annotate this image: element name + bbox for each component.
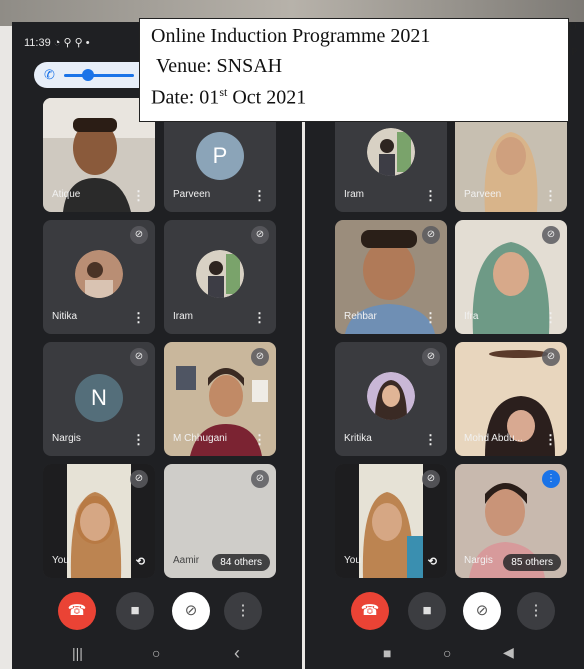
camera-icon: ■ xyxy=(130,602,140,619)
participant-name: Nargis xyxy=(464,555,493,566)
participant-name: Nitika xyxy=(52,311,78,322)
avatar xyxy=(75,250,123,298)
participant-tile[interactable]: ⋮ Nargis 85 others xyxy=(455,464,567,578)
banner-date-prefix: Date: 01 xyxy=(151,86,220,109)
participant-tile[interactable]: ⊘ N Nargis ⋮ xyxy=(43,342,155,456)
nav-back-icon[interactable]: ‹ xyxy=(234,643,240,664)
corner-letter: D xyxy=(568,19,577,33)
banner-title: Online Induction Programme 2021 xyxy=(151,25,431,47)
mic-off-icon: ⊘ xyxy=(251,348,269,366)
mic-off-icon: ⊘ xyxy=(422,226,440,244)
participant-name: Iram xyxy=(173,311,193,322)
participant-name: Ifra xyxy=(464,311,479,322)
participant-name: Mohd Abdu... xyxy=(464,433,523,444)
end-call-button[interactable]: ☎ xyxy=(351,592,389,630)
participant-name: M Chhugani xyxy=(173,433,227,444)
others-count-badge[interactable]: 85 others xyxy=(503,554,561,571)
nav-back-icon[interactable]: ◀ xyxy=(503,644,514,661)
mic-off-icon: ⊘ xyxy=(542,348,560,366)
more-options-icon[interactable]: ⋮ xyxy=(424,433,437,446)
mic-off-icon: ⊘ xyxy=(542,226,560,244)
mic-off-icon: ⊘ xyxy=(251,226,269,244)
participant-name: You xyxy=(52,555,69,566)
phone-icon: ✆ xyxy=(44,67,55,82)
volume-slider-track[interactable] xyxy=(64,74,134,77)
mic-toggle-button[interactable]: ⊘ xyxy=(463,592,501,630)
switch-camera-icon[interactable]: ⟲ xyxy=(136,557,145,568)
nav-recent-apps-icon[interactable]: ||| xyxy=(72,645,83,661)
participant-name: Parveen xyxy=(173,189,211,200)
avatar xyxy=(367,128,415,176)
mic-off-icon: ⊘ xyxy=(130,226,148,244)
more-options-icon[interactable]: ⋮ xyxy=(132,189,145,202)
mic-off-icon: ⊘ xyxy=(130,470,148,488)
more-options-icon: ⋮ xyxy=(528,602,544,619)
status-icons: ◔ ⚲ ⚲ • xyxy=(53,37,90,49)
event-info-banner: Online Induction Programme 2021 Venue: S… xyxy=(139,18,569,122)
more-options-icon: ⋮ xyxy=(235,602,251,619)
participant-tile[interactable]: ⊘ M Chhugani ⋮ xyxy=(164,342,276,456)
more-options-icon[interactable]: ⋮ xyxy=(424,311,437,324)
status-bar: 11:39 ◔ ⚲ ⚲ • xyxy=(24,36,90,49)
others-count-badge[interactable]: 84 others xyxy=(212,554,270,571)
participant-tile[interactable]: ⊘ Aamir 84 others xyxy=(164,464,276,578)
end-call-button[interactable]: ☎ xyxy=(58,592,96,630)
mic-off-icon: ⊘ xyxy=(422,348,440,366)
more-options-button[interactable]: ⋮ xyxy=(224,592,262,630)
camera-toggle-button[interactable]: ■ xyxy=(116,592,154,630)
more-options-icon[interactable]: ⋮ xyxy=(253,311,266,324)
banner-venue: Venue: SNSAH xyxy=(156,55,283,77)
end-call-icon: ☎ xyxy=(360,602,380,619)
participant-name: Kritika xyxy=(344,433,372,444)
banner-date-rest: Oct 2021 xyxy=(227,86,307,109)
avatar xyxy=(196,250,244,298)
participant-name: Parveen xyxy=(464,189,502,200)
more-options-icon[interactable]: ⋮ xyxy=(544,311,557,324)
participant-tile[interactable]: ⊘ Mohd Abdu... ⋮ xyxy=(455,342,567,456)
more-options-icon[interactable]: ⋮ xyxy=(253,189,266,202)
camera-toggle-button[interactable]: ■ xyxy=(408,592,446,630)
participant-tile[interactable]: ⊘ Iram ⋮ xyxy=(164,220,276,334)
avatar xyxy=(367,372,415,420)
more-options-icon[interactable]: ⋮ xyxy=(424,189,437,202)
nav-home-icon[interactable]: ○ xyxy=(152,645,160,661)
more-options-icon[interactable]: ⋮ xyxy=(544,189,557,202)
avatar: P xyxy=(196,132,244,180)
participant-tile[interactable]: ⊘ Rehbar ⋮ xyxy=(335,220,447,334)
mic-off-icon: ⊘ xyxy=(130,348,148,366)
participant-name: Aamir xyxy=(173,555,200,566)
participant-tile[interactable]: ⊘ Nitika ⋮ xyxy=(43,220,155,334)
more-options-button[interactable]: ⋮ xyxy=(517,592,555,630)
participant-name: You xyxy=(344,555,361,566)
nav-square-icon[interactable]: ■ xyxy=(383,645,391,661)
participant-tile[interactable]: ⊘ Ifra ⋮ xyxy=(455,220,567,334)
mic-off-icon: ⊘ xyxy=(184,602,198,619)
corner-letter: P xyxy=(571,46,578,58)
participant-name: Atique xyxy=(52,189,81,200)
more-options-icon[interactable]: ⋮ xyxy=(544,433,557,446)
camera-icon: ■ xyxy=(422,602,432,619)
participant-tile[interactable]: ⊘ You ⟲ xyxy=(43,464,155,578)
participant-tile[interactable]: ⊘ You ⟲ xyxy=(335,464,447,578)
more-options-icon[interactable]: ⋮ xyxy=(132,433,145,446)
speaking-indicator-icon: ⋮ xyxy=(542,470,560,488)
more-options-icon[interactable]: ⋮ xyxy=(253,433,266,446)
mic-off-icon: ⊘ xyxy=(422,470,440,488)
mic-off-icon: ⊘ xyxy=(475,602,489,619)
participant-name: Rehbar xyxy=(344,311,377,322)
banner-date: Date: 01st Oct 2021 xyxy=(151,85,306,110)
end-call-icon: ☎ xyxy=(67,602,87,619)
mic-off-icon: ⊘ xyxy=(251,470,269,488)
nav-home-icon[interactable]: ○ xyxy=(443,645,451,661)
volume-slider-knob[interactable] xyxy=(82,69,94,81)
volume-pill[interactable]: ✆ xyxy=(34,62,152,88)
mic-toggle-button[interactable]: ⊘ xyxy=(172,592,210,630)
participant-name: Iram xyxy=(344,189,364,200)
status-time: 11:39 xyxy=(24,37,51,49)
more-options-icon[interactable]: ⋮ xyxy=(132,311,145,324)
switch-camera-icon[interactable]: ⟲ xyxy=(428,557,437,568)
participant-name: Nargis xyxy=(52,433,81,444)
avatar: N xyxy=(75,374,123,422)
participant-tile[interactable]: ⊘ Kritika ⋮ xyxy=(335,342,447,456)
